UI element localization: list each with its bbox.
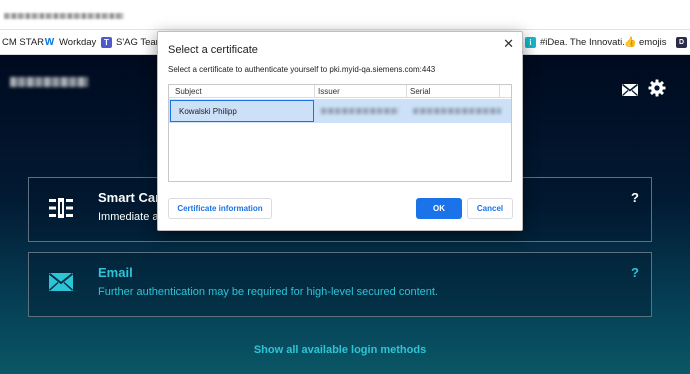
ok-button[interactable]: OK xyxy=(416,198,462,219)
dialog-title: Select a certificate xyxy=(168,44,258,56)
redacted-logo xyxy=(10,77,88,87)
bookmark-extra[interactable]: D xyxy=(676,30,687,55)
workday-icon: W xyxy=(44,37,55,48)
card-title: Email xyxy=(98,265,133,280)
certificate-subject-cell: Kowalski Philipp xyxy=(170,100,314,122)
show-all-login-methods-link[interactable]: Show all available login methods xyxy=(0,344,680,356)
smart-card-chip-icon xyxy=(49,198,73,223)
column-header-subject[interactable]: Subject xyxy=(175,87,202,96)
email-login-option[interactable]: Email Further authentication may be requ… xyxy=(28,252,652,317)
bookmark-idea[interactable]: i #iDea. The Innovati... xyxy=(525,30,630,55)
bookmark-label: #iDea. The Innovati... xyxy=(540,37,631,48)
mail-icon[interactable] xyxy=(622,83,638,101)
bookmark-label: CM STAR xyxy=(2,37,45,48)
help-button[interactable]: ? xyxy=(631,265,639,280)
redacted-url xyxy=(4,13,124,19)
select-certificate-dialog: Select a certificate ✕ Select a certific… xyxy=(157,31,523,231)
bookmark-emojis[interactable]: 👍 emojis xyxy=(624,30,666,55)
help-button[interactable]: ? xyxy=(631,190,639,205)
browser-address-bar[interactable] xyxy=(0,0,690,30)
teams-icon: T xyxy=(101,37,112,48)
column-header-issuer[interactable]: Issuer xyxy=(318,87,340,96)
certificate-table: Subject Issuer Serial Kowalski Philipp xyxy=(168,84,512,182)
table-header: Subject Issuer Serial xyxy=(169,85,511,98)
column-divider xyxy=(499,85,500,98)
bookmark-workday[interactable]: W Workday xyxy=(44,30,96,55)
table-row[interactable]: Kowalski Philipp xyxy=(169,99,511,123)
thumbs-up-icon: 👍 xyxy=(624,37,637,48)
column-divider xyxy=(314,85,315,98)
gear-icon[interactable] xyxy=(648,79,666,102)
dialog-subtitle: Select a certificate to authenticate you… xyxy=(168,65,436,74)
redacted-issuer xyxy=(321,108,399,114)
idea-icon: i xyxy=(525,37,536,48)
card-description: Further authentication may be required f… xyxy=(98,286,438,298)
envelope-icon xyxy=(48,273,74,296)
bookmark-cm-star[interactable]: CM STAR xyxy=(2,30,44,55)
bookmark-label: emojis xyxy=(639,37,667,48)
app-icon: D xyxy=(676,37,687,48)
column-header-serial[interactable]: Serial xyxy=(410,87,430,96)
certificate-information-button[interactable]: Certificate information xyxy=(168,198,272,219)
bookmark-label: Workday xyxy=(59,37,97,48)
cancel-button[interactable]: Cancel xyxy=(467,198,513,219)
close-icon[interactable]: ✕ xyxy=(503,36,514,52)
redacted-serial xyxy=(413,108,501,114)
column-divider xyxy=(406,85,407,98)
